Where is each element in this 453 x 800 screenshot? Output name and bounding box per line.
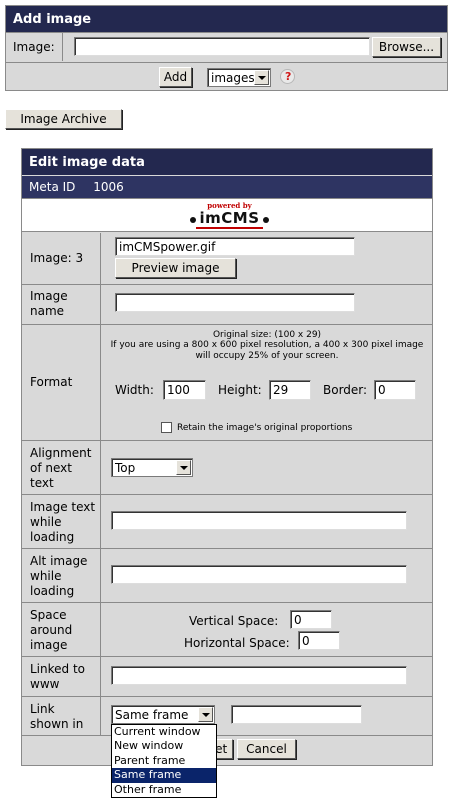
logo-row: powered by imCMS — [22, 198, 432, 232]
edit-image-panel: Edit image data Meta ID 1006 powered by … — [21, 148, 433, 766]
format-label: Format — [30, 375, 73, 389]
vertical-space-label: Vertical Space: — [189, 614, 279, 628]
dropdown-option-new-window[interactable]: New window — [112, 739, 216, 753]
cancel-button[interactable]: Cancel — [237, 739, 296, 759]
image-folder-value: images — [211, 71, 255, 85]
dropdown-option-same-frame[interactable]: Same frame — [112, 768, 216, 783]
row-alt-image: Alt image while loading — [22, 548, 432, 602]
height-label: Height: — [218, 383, 262, 397]
image-folder-select[interactable]: images — [207, 68, 271, 87]
chevron-down-icon — [254, 70, 269, 85]
horizontal-space-label: Horizontal Space: — [184, 636, 290, 650]
edit-image-title: Edit image data — [22, 149, 432, 175]
image-name-input[interactable] — [115, 293, 355, 312]
image-filename-input[interactable] — [115, 237, 355, 256]
add-image-panel: Add image Image: Browse... Add images ? — [5, 5, 448, 91]
link-target-dropdown: Current window New window Parent frame S… — [111, 724, 217, 798]
retain-proportions-label: Retain the image's original proportions — [177, 423, 353, 433]
meta-id-value: 1006 — [93, 180, 124, 194]
border-label: Border: — [323, 383, 368, 397]
add-image-label: Image: — [13, 40, 55, 54]
image-name-label: Image name — [30, 289, 68, 318]
browse-button[interactable]: Browse... — [372, 37, 441, 57]
width-input[interactable] — [163, 380, 206, 400]
chevron-down-icon — [176, 460, 191, 475]
loading-text-label: Image text while loading — [30, 500, 96, 544]
space-label: Space around image — [30, 608, 73, 652]
image-number-label: Image: 3 — [30, 251, 84, 265]
add-image-file-row: Image: Browse... — [6, 32, 447, 62]
preview-image-button[interactable]: Preview image — [115, 258, 236, 278]
width-label: Width: — [115, 383, 154, 397]
row-space: Space around image Vertical Space: Horiz… — [22, 602, 432, 656]
add-image-title: Add image — [6, 6, 447, 32]
border-input[interactable] — [374, 380, 416, 400]
add-image-file-input[interactable] — [74, 37, 370, 56]
meta-id-row: Meta ID 1006 — [22, 176, 432, 198]
row-buttons: Reset Cancel — [22, 735, 432, 765]
question-mark-icon[interactable]: ? — [280, 69, 295, 84]
resolution-note: If you are using a 800 x 600 pixel resol… — [110, 340, 424, 361]
logo-imcms-text: imCMS — [199, 209, 260, 227]
row-image-name: Image name — [22, 284, 432, 324]
alignment-label: Alignment of next text — [30, 446, 92, 490]
add-image-divider — [62, 33, 63, 61]
vertical-space-input[interactable] — [290, 610, 332, 629]
meta-id-label: Meta ID — [29, 180, 76, 194]
chevron-down-icon — [198, 707, 213, 722]
retain-proportions-checkbox[interactable] — [161, 422, 172, 433]
imcms-logo: powered by imCMS — [182, 202, 277, 230]
dropdown-option-current-window[interactable]: Current window — [112, 725, 216, 739]
row-alignment: Alignment of next text Top — [22, 440, 432, 494]
image-archive-button[interactable]: Image Archive — [5, 109, 122, 129]
add-image-title-text: Add image — [13, 12, 92, 27]
alignment-value: Top — [115, 461, 136, 475]
linked-www-input[interactable] — [111, 666, 407, 685]
add-button[interactable]: Add — [159, 67, 192, 87]
edit-image-title-text: Edit image data — [29, 155, 145, 170]
row-link-shown: Link shown in Same frame — [22, 696, 432, 735]
linked-www-label: Linked to www — [30, 662, 86, 691]
height-input[interactable] — [269, 380, 311, 400]
row-loading-text: Image text while loading — [22, 494, 432, 548]
row-linked-www: Linked to www — [22, 656, 432, 696]
dropdown-option-parent-frame[interactable]: Parent frame — [112, 754, 216, 768]
row-format: Format Original size: (100 x 29) If you … — [22, 324, 432, 440]
link-target-select[interactable]: Same frame — [111, 705, 215, 724]
link-target-value: Same frame — [115, 708, 189, 722]
horizontal-space-input[interactable] — [298, 631, 340, 650]
dropdown-option-other-frame[interactable]: Other frame — [112, 783, 216, 797]
link-shown-label: Link shown in — [30, 702, 84, 731]
row-image: Image: 3 Preview image — [22, 233, 432, 284]
alignment-select[interactable]: Top — [111, 458, 193, 477]
link-target-other-input[interactable] — [231, 705, 362, 724]
alt-image-label: Alt image while loading — [30, 554, 88, 598]
alt-image-input[interactable] — [111, 565, 407, 584]
add-image-action-row: Add images ? — [6, 62, 447, 90]
loading-text-input[interactable] — [111, 511, 407, 530]
